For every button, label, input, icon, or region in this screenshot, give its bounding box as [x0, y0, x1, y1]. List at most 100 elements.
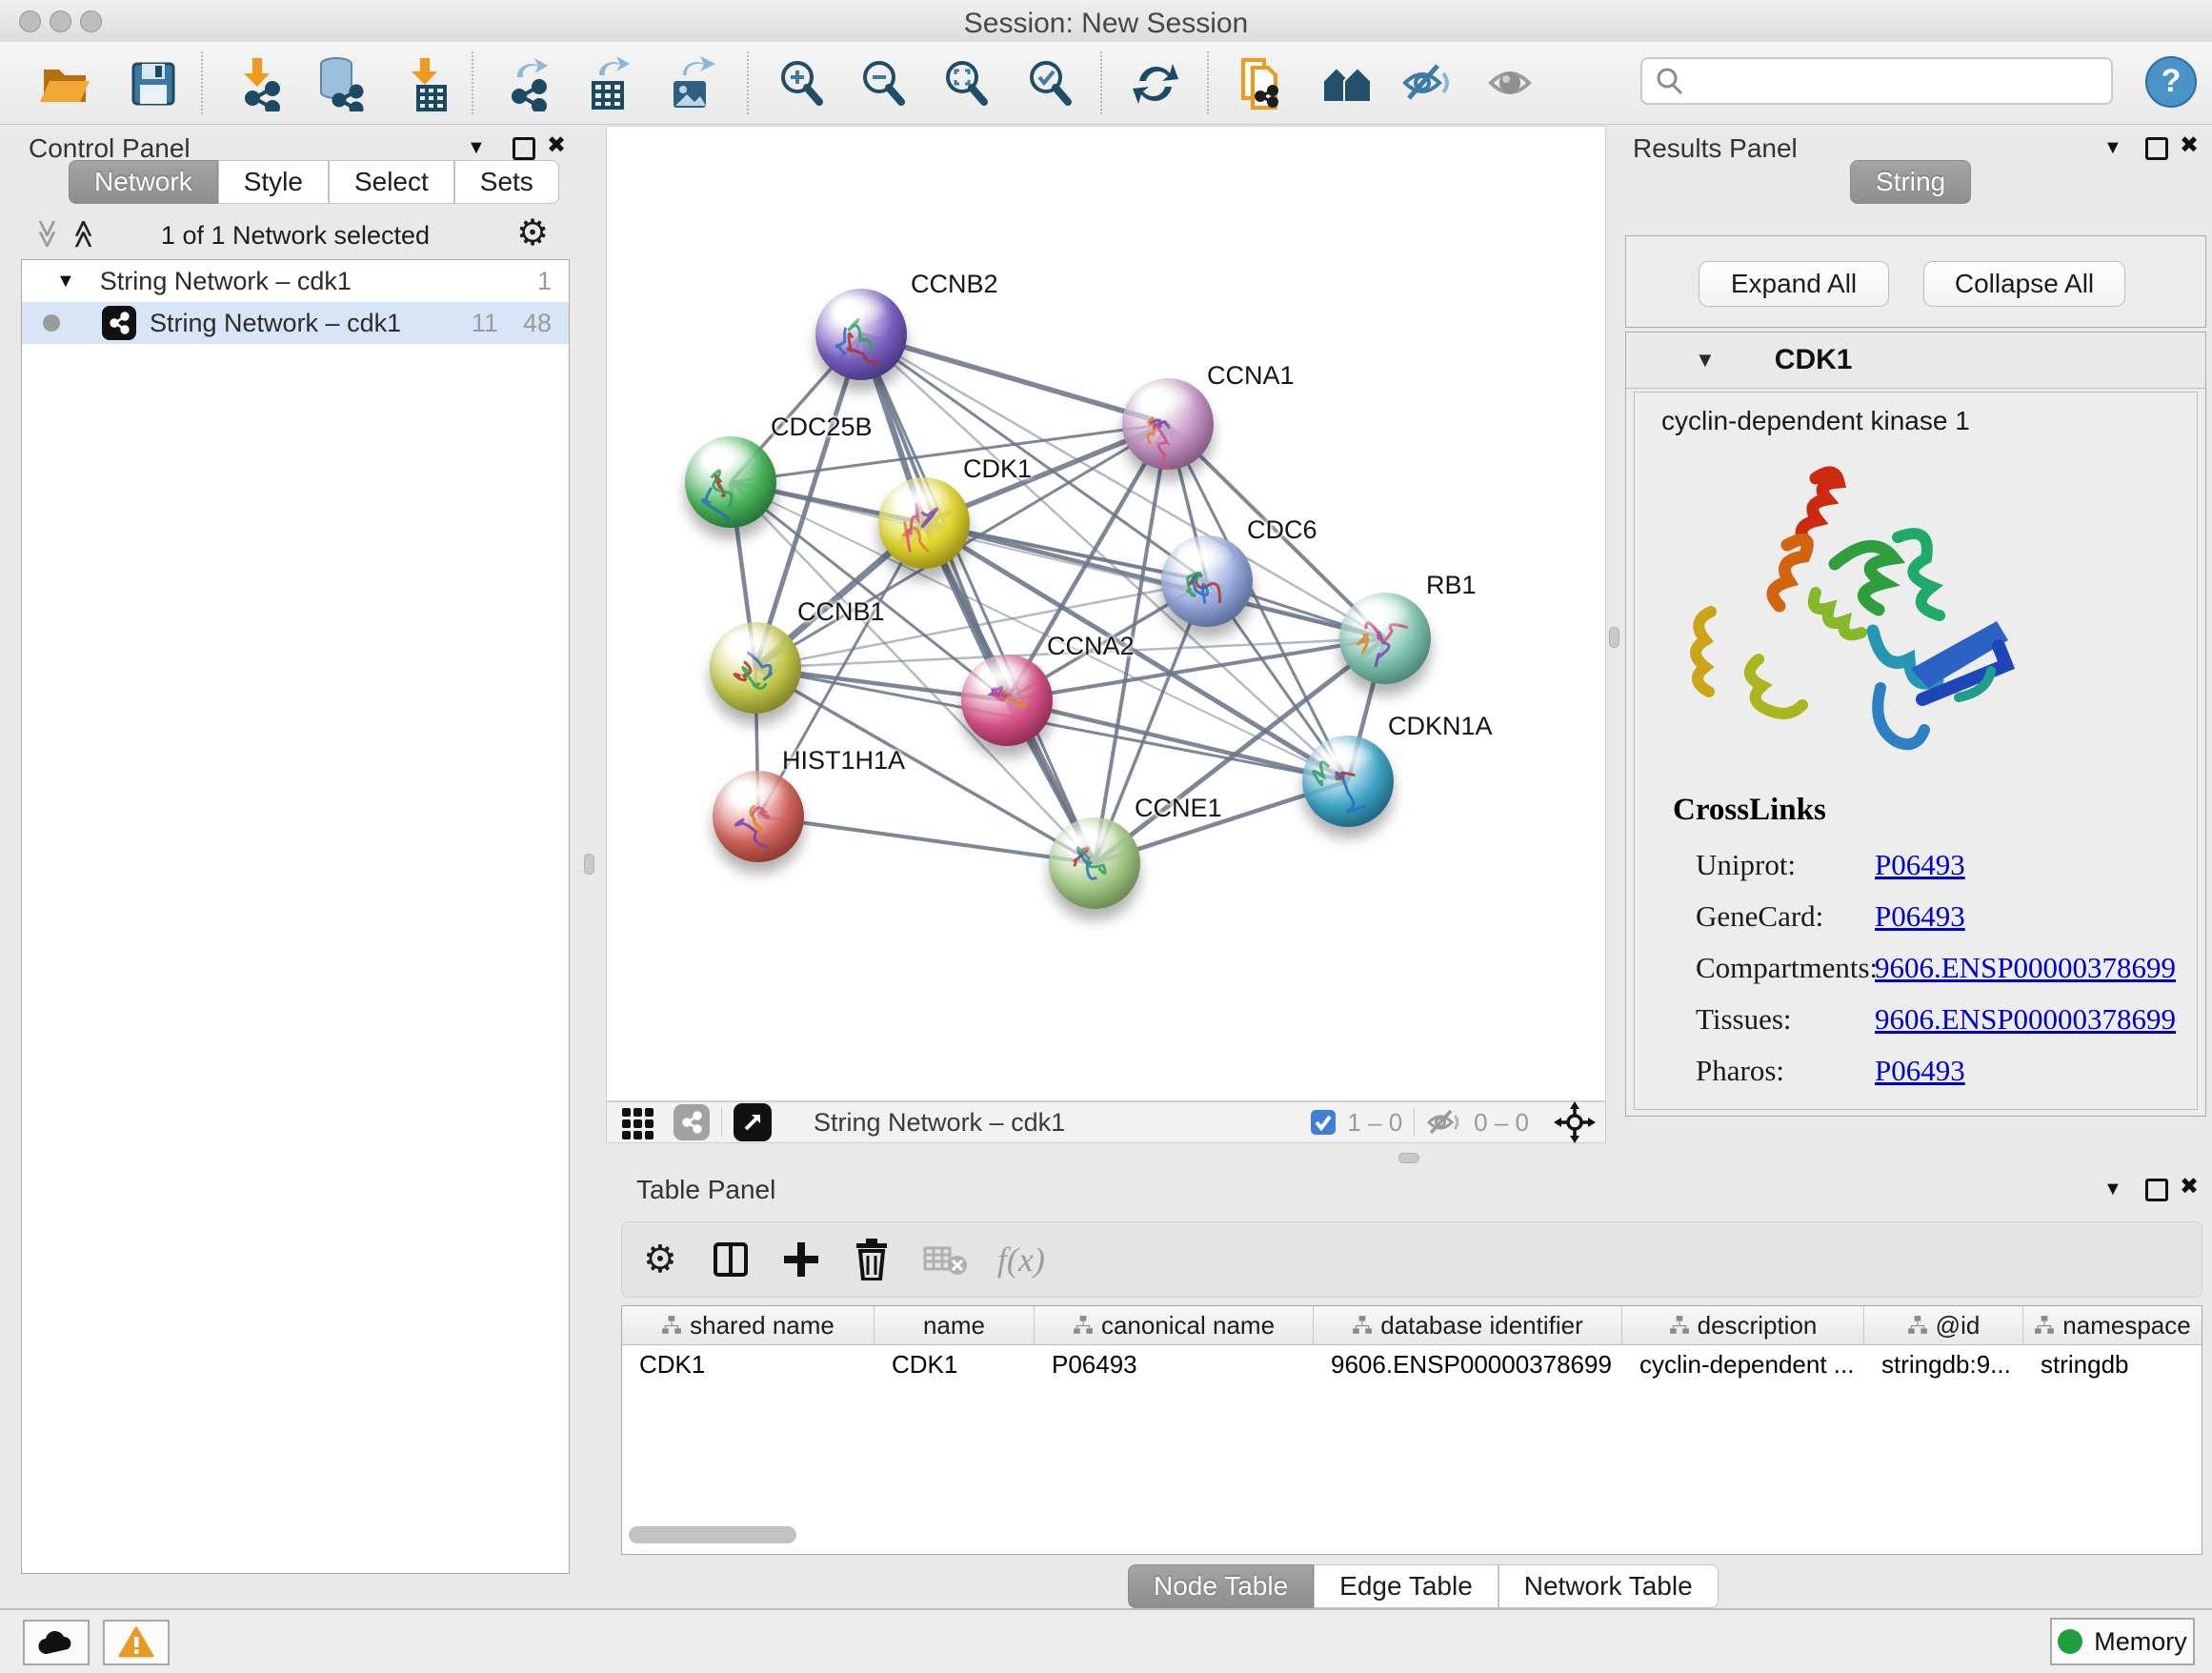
- create-column-plus-icon[interactable]: [782, 1240, 820, 1279]
- fit-content-icon[interactable]: [939, 56, 995, 111]
- collapse-all-networks-icon[interactable]: ≫: [30, 219, 64, 249]
- tab-node-table[interactable]: Node Table: [1128, 1564, 1314, 1608]
- network-edge[interactable]: [861, 334, 1095, 863]
- crosslink-compartments-link[interactable]: 9606.ENSP00000378699: [1875, 951, 2176, 985]
- protein-expander-icon[interactable]: ▼: [1695, 348, 1716, 373]
- node-gloss-highlight: [1316, 740, 1375, 773]
- results-panel-close-icon[interactable]: ✖: [2180, 133, 2199, 158]
- node-label-hist1h1a: HIST1H1A: [782, 746, 905, 776]
- show-columns-icon[interactable]: [710, 1239, 752, 1280]
- tab-network-table[interactable]: Network Table: [1498, 1564, 1719, 1608]
- search-input[interactable]: [1694, 66, 2111, 97]
- table-horizontal-scrollbar[interactable]: [629, 1526, 796, 1543]
- tab-select[interactable]: Select: [329, 160, 454, 204]
- export-image-icon[interactable]: [664, 56, 719, 111]
- zoom-selected-icon[interactable]: [1023, 56, 1078, 111]
- network-node-cdc25b[interactable]: [685, 436, 776, 528]
- pan-crosshair-icon[interactable]: [1554, 1101, 1596, 1143]
- show-hidden-eye-icon[interactable]: [1485, 56, 1540, 111]
- network-node-ccne1[interactable]: [1049, 817, 1140, 909]
- crosslink-tissues-link[interactable]: 9606.ENSP00000378699: [1875, 1002, 2176, 1037]
- table-header-row: shared name name canonical name database…: [622, 1306, 2202, 1345]
- network-collection-row[interactable]: ▼ String Network – cdk1 1: [22, 260, 569, 302]
- string-panel-toggle-icon[interactable]: [674, 1104, 710, 1140]
- control-panel-close-icon[interactable]: ✖: [547, 133, 566, 158]
- tab-string[interactable]: String: [1850, 160, 1971, 204]
- node-table[interactable]: shared name name canonical name database…: [621, 1305, 2202, 1555]
- results-panel-float-icon[interactable]: [2145, 137, 2168, 165]
- network-node-rb1[interactable]: [1339, 593, 1431, 684]
- zoom-in-icon[interactable]: [774, 56, 830, 111]
- network-edge[interactable]: [1007, 700, 1348, 781]
- network-node-hist1h1a[interactable]: [713, 771, 804, 862]
- tab-network[interactable]: Network: [69, 160, 218, 204]
- crosslink-genecard-link[interactable]: P06493: [1875, 899, 1965, 934]
- table-panel-close-icon[interactable]: ✖: [2180, 1175, 2199, 1199]
- export-network-icon[interactable]: [500, 56, 555, 111]
- warnings-button[interactable]: [103, 1620, 170, 1665]
- zoom-out-icon[interactable]: [856, 56, 912, 111]
- network-row-selected[interactable]: String Network – cdk1 11 48: [22, 302, 569, 344]
- network-canvas[interactable]: CCNB2CCNA1CDC25BCDK1CDC6RB1CCNB1CCNA2CDK…: [606, 126, 1606, 1101]
- network-node-ccnb1[interactable]: [710, 622, 801, 714]
- refresh-view-icon[interactable]: [1128, 56, 1183, 111]
- crosslink-pharos-link[interactable]: P06493: [1875, 1054, 1965, 1088]
- column-header[interactable]: @id: [1864, 1306, 2023, 1344]
- import-table-icon[interactable]: [397, 56, 452, 111]
- table-row[interactable]: CDK1 CDK1 P06493 9606.ENSP00000378699 cy…: [622, 1345, 2202, 1383]
- collapse-all-button[interactable]: Collapse All: [1923, 261, 2125, 307]
- table-panel-collapse-icon[interactable]: ▼: [2103, 1177, 2122, 1201]
- delete-table-icon: [923, 1240, 969, 1279]
- network-options-gear-icon[interactable]: ⚙: [516, 212, 549, 254]
- network-node-cdc6[interactable]: [1161, 535, 1253, 627]
- clone-network-icon[interactable]: [1236, 56, 1291, 111]
- import-database-icon[interactable]: [312, 56, 367, 111]
- column-header[interactable]: namespace: [2023, 1306, 2202, 1344]
- memory-button[interactable]: Memory: [2050, 1618, 2195, 1665]
- export-table-icon[interactable]: [582, 56, 637, 111]
- expand-all-networks-icon[interactable]: ≫: [67, 219, 100, 249]
- open-session-icon[interactable]: [38, 56, 93, 111]
- tree-expander-icon[interactable]: ▼: [56, 271, 75, 292]
- control-panel-collapse-icon[interactable]: ▼: [467, 135, 486, 160]
- network-selection-status: 1 of 1 Network selected: [114, 221, 476, 251]
- column-header[interactable]: database identifier: [1314, 1306, 1622, 1344]
- string-home-icon[interactable]: [1319, 56, 1375, 111]
- column-header[interactable]: shared name: [622, 1306, 875, 1344]
- protein-section-header[interactable]: ▼ CDK1: [1626, 333, 2205, 389]
- right-splitter-handle[interactable]: [1609, 627, 1619, 648]
- selected-checkbox-icon[interactable]: [1309, 1108, 1337, 1137]
- left-splitter-handle[interactable]: [584, 854, 594, 875]
- crosslink-label: Pharos:: [1696, 1054, 1784, 1088]
- expand-all-button[interactable]: Expand All: [1699, 261, 1889, 307]
- results-button-box: Expand All Collapse All: [1625, 235, 2206, 328]
- crosslink-uniprot-link[interactable]: P06493: [1875, 848, 1965, 882]
- column-header[interactable]: description: [1622, 1306, 1864, 1344]
- open-in-new-window-icon[interactable]: [734, 1103, 772, 1141]
- birds-eye-grid-icon[interactable]: [620, 1104, 656, 1140]
- column-header[interactable]: name: [875, 1306, 1035, 1344]
- import-network-icon[interactable]: [230, 56, 285, 111]
- network-node-ccnb2[interactable]: [815, 289, 907, 380]
- bottom-splitter-handle[interactable]: [1398, 1153, 1419, 1163]
- save-session-icon[interactable]: [126, 56, 181, 111]
- cloud-status-button[interactable]: [23, 1620, 90, 1665]
- tab-edge-table[interactable]: Edge Table: [1314, 1564, 1498, 1608]
- delete-column-trash-icon[interactable]: [853, 1239, 891, 1280]
- column-header[interactable]: canonical name: [1035, 1306, 1314, 1344]
- help-button[interactable]: ?: [2145, 56, 2197, 108]
- tab-style[interactable]: Style: [218, 160, 329, 204]
- table-options-gear-icon[interactable]: ⚙: [643, 1238, 677, 1281]
- network-edge[interactable]: [758, 816, 1095, 863]
- tab-sets[interactable]: Sets: [454, 160, 559, 204]
- hide-selected-eye-icon[interactable]: [1401, 56, 1457, 111]
- results-panel-collapse-icon[interactable]: ▼: [2103, 135, 2122, 160]
- network-node-ccna1[interactable]: [1122, 378, 1214, 470]
- network-node-cdk1[interactable]: [878, 477, 970, 569]
- network-node-ccna2[interactable]: [961, 655, 1053, 746]
- network-node-cdkn1a[interactable]: [1302, 736, 1394, 827]
- table-panel-float-icon[interactable]: [2145, 1179, 2168, 1206]
- search-box[interactable]: [1640, 57, 2113, 105]
- window-titlebar: Session: New Session: [0, 0, 2212, 43]
- hidden-count: 0 – 0: [1474, 1108, 1529, 1138]
